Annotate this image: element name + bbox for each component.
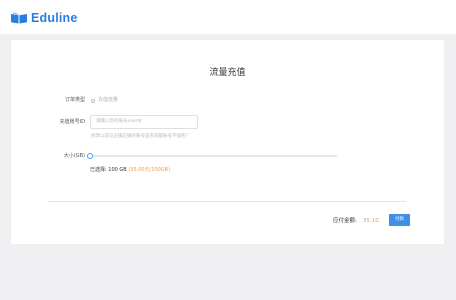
order-type-option: 充值流量 <box>98 97 119 103</box>
order-type-label: 订单类型 <box>64 97 85 103</box>
brand-name: Eduline <box>31 11 78 25</box>
pay-amount-label: 应付金额: <box>333 218 357 224</box>
top-bar: Eduline <box>0 0 456 34</box>
size-slider-handle[interactable] <box>87 153 93 159</box>
size-slider-track[interactable] <box>90 155 337 157</box>
recharge-card: 流量充值 订单类型 充值流量 充值账号ID 请输入您的账号userId 修改以前… <box>11 40 444 244</box>
selected-price: (35.00元/100GB) <box>128 167 171 173</box>
book-logo-icon <box>11 12 27 24</box>
account-id-hint: 修改以前与正确正确的账号是否成都账号不加密? <box>91 134 188 139</box>
selected-summary: 已选择: 100 GB (35.00元/100GB) <box>90 167 170 174</box>
order-type-radio[interactable]: 充值流量 <box>91 97 118 104</box>
radio-circle-icon <box>91 98 95 103</box>
account-id-input[interactable]: 请输入您的账号userId <box>90 115 198 129</box>
page-title: 流量充值 <box>209 68 246 78</box>
pay-amount-value: 35.10 <box>363 218 379 224</box>
selected-size: 已选择: 100 GB <box>90 167 127 173</box>
size-label: 大小(GB) <box>63 153 85 159</box>
account-id-placeholder: 请输入您的账号userId <box>96 119 142 124</box>
brand-logo[interactable]: Eduline <box>10 10 78 26</box>
account-id-label: 充值账号ID <box>59 119 85 125</box>
pay-button[interactable]: 付款 <box>389 214 410 226</box>
divider <box>48 201 406 202</box>
